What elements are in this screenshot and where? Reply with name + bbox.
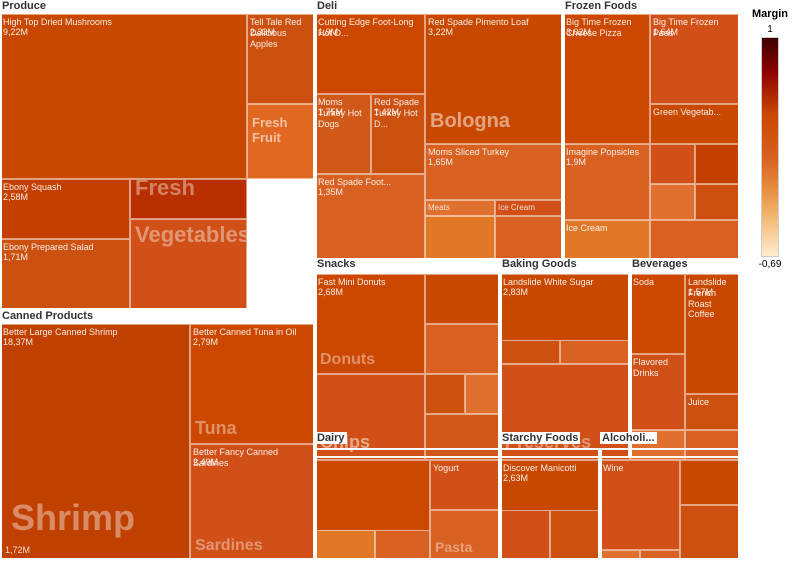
cell-dairy-misc1 xyxy=(315,530,375,560)
cell-snacks-misc1 xyxy=(425,274,500,324)
cell-prepared-salad: Ebony Prepared Salad 1,71M xyxy=(0,239,130,310)
section-alcoholic: Alcoholi... xyxy=(600,432,657,444)
cell-preserves: Preserves xyxy=(500,364,630,460)
cell-big-time-peas: Big Time Frozen Peas 1,64M xyxy=(650,14,740,104)
legend: Margin 1 -0,69 xyxy=(740,0,800,568)
cell-alc-misc4 xyxy=(680,505,740,560)
cell-shrimp: Better Large Canned Shrimp 18,37M Shrimp… xyxy=(0,324,190,560)
cell-starchy-misc1 xyxy=(500,510,550,560)
cell-yogurt: Yogurt xyxy=(430,460,500,510)
section-canned: Canned Products xyxy=(0,310,95,322)
section-dairy: Dairy xyxy=(315,432,347,444)
legend-min: -0,69 xyxy=(759,259,782,270)
cell-bologna: Red Spade Pimento Loaf 3,22M Bologna xyxy=(425,14,563,144)
cell-deli-misc1 xyxy=(425,216,495,260)
cell-alc-misc1 xyxy=(680,460,740,505)
cell-fresh-fruit: Fresh Fruit xyxy=(247,104,315,179)
cell-moms-turkey: Moms Turkey Hot Dogs 1,75M xyxy=(315,94,371,174)
cell-snacks-misc5 xyxy=(425,414,500,460)
cell-sardines: Better Fancy Canned Sardines 2,49M Sardi… xyxy=(190,444,315,560)
cell-mushrooms: High Top Dried Mushrooms 9,22M xyxy=(0,14,247,179)
cell-red-spade-turkey: Red Spade Turkey Hot D... 1,42M xyxy=(371,94,425,174)
section-starchy: Starchy Foods xyxy=(500,432,580,444)
cell-ice-cream-deli: Ice Cream xyxy=(495,200,563,216)
cell-soda: Soda xyxy=(630,274,685,354)
cell-veg-label: Vegetables xyxy=(130,219,247,310)
cell-meats: Meats xyxy=(425,200,495,216)
section-frozen: Frozen Foods xyxy=(563,0,639,12)
cell-alc-misc3 xyxy=(640,550,680,560)
cell-tuna: Better Canned Tuna in Oil 2,79M Tuna xyxy=(190,324,315,444)
cell-chips: Chips xyxy=(315,374,425,460)
cell-snacks-misc3 xyxy=(425,374,465,414)
cell-baking-misc1 xyxy=(500,340,560,364)
main-container: Produce Deli Frozen Foods Canned Product… xyxy=(0,0,800,568)
cell-juice: Juice xyxy=(685,394,740,430)
cell-pasta: Pasta xyxy=(430,510,500,560)
section-baking: Baking Goods xyxy=(500,258,579,270)
cell-frozen-misc4 xyxy=(695,184,740,220)
cell-squash: Ebony Squash 2,58M xyxy=(0,179,130,239)
cell-imagine-popsicles: Imagine Popsicles 1,9M xyxy=(563,144,650,220)
cell-starchy-misc2 xyxy=(550,510,600,560)
cell-big-time-pizza: Big Time Frozen Cheese Pizza 3,02M xyxy=(563,14,650,144)
section-produce: Produce xyxy=(0,0,48,12)
legend-bar xyxy=(761,37,779,257)
cell-fresh-veg-label: Fresh xyxy=(130,179,247,219)
legend-title: Margin xyxy=(752,8,788,20)
cell-green-veg: Green Vegetab... xyxy=(650,104,740,144)
cell-frozen-misc1 xyxy=(650,144,695,184)
cell-baking-misc2 xyxy=(560,340,630,364)
cell-moms-sliced: Moms Sliced Turkey 1,65M xyxy=(425,144,563,200)
cell-flavored-drinks: Flavored Drinks xyxy=(630,354,685,430)
section-beverages: Beverages xyxy=(630,258,690,270)
cell-apples: Tell Tale Red Delicious Apples 2,33M xyxy=(247,14,315,104)
cell-frozen-misc2 xyxy=(695,144,740,184)
section-snacks: Snacks xyxy=(315,258,358,270)
cell-alc-misc2 xyxy=(600,550,640,560)
cell-snacks-misc4 xyxy=(465,374,500,414)
cell-donuts: Fast Mini Donuts 2,68M Donuts xyxy=(315,274,425,374)
section-deli: Deli xyxy=(315,0,339,12)
cell-landslide-coffee: Landslide French Roast Coffee 1,57M xyxy=(685,274,740,394)
cell-red-spade-foot: Red Spade Foot... 1,35M xyxy=(315,174,425,260)
legend-max: 1 xyxy=(767,24,773,35)
cell-bev-misc2 xyxy=(685,430,740,460)
cell-deli-misc2 xyxy=(495,216,563,260)
chart-area: Produce Deli Frozen Foods Canned Product… xyxy=(0,0,740,568)
cell-frozen-misc3 xyxy=(650,184,695,220)
cell-cutting-edge: Cutting Edge Foot-Long Hot D... 1,9M xyxy=(315,14,425,94)
cell-wine: Wine xyxy=(600,460,680,550)
cell-snacks-misc2 xyxy=(425,324,500,374)
cell-dairy-misc2 xyxy=(375,530,430,560)
cell-frozen-misc5 xyxy=(650,220,740,260)
cell-ice-cream2: Ice Cream xyxy=(563,220,650,260)
